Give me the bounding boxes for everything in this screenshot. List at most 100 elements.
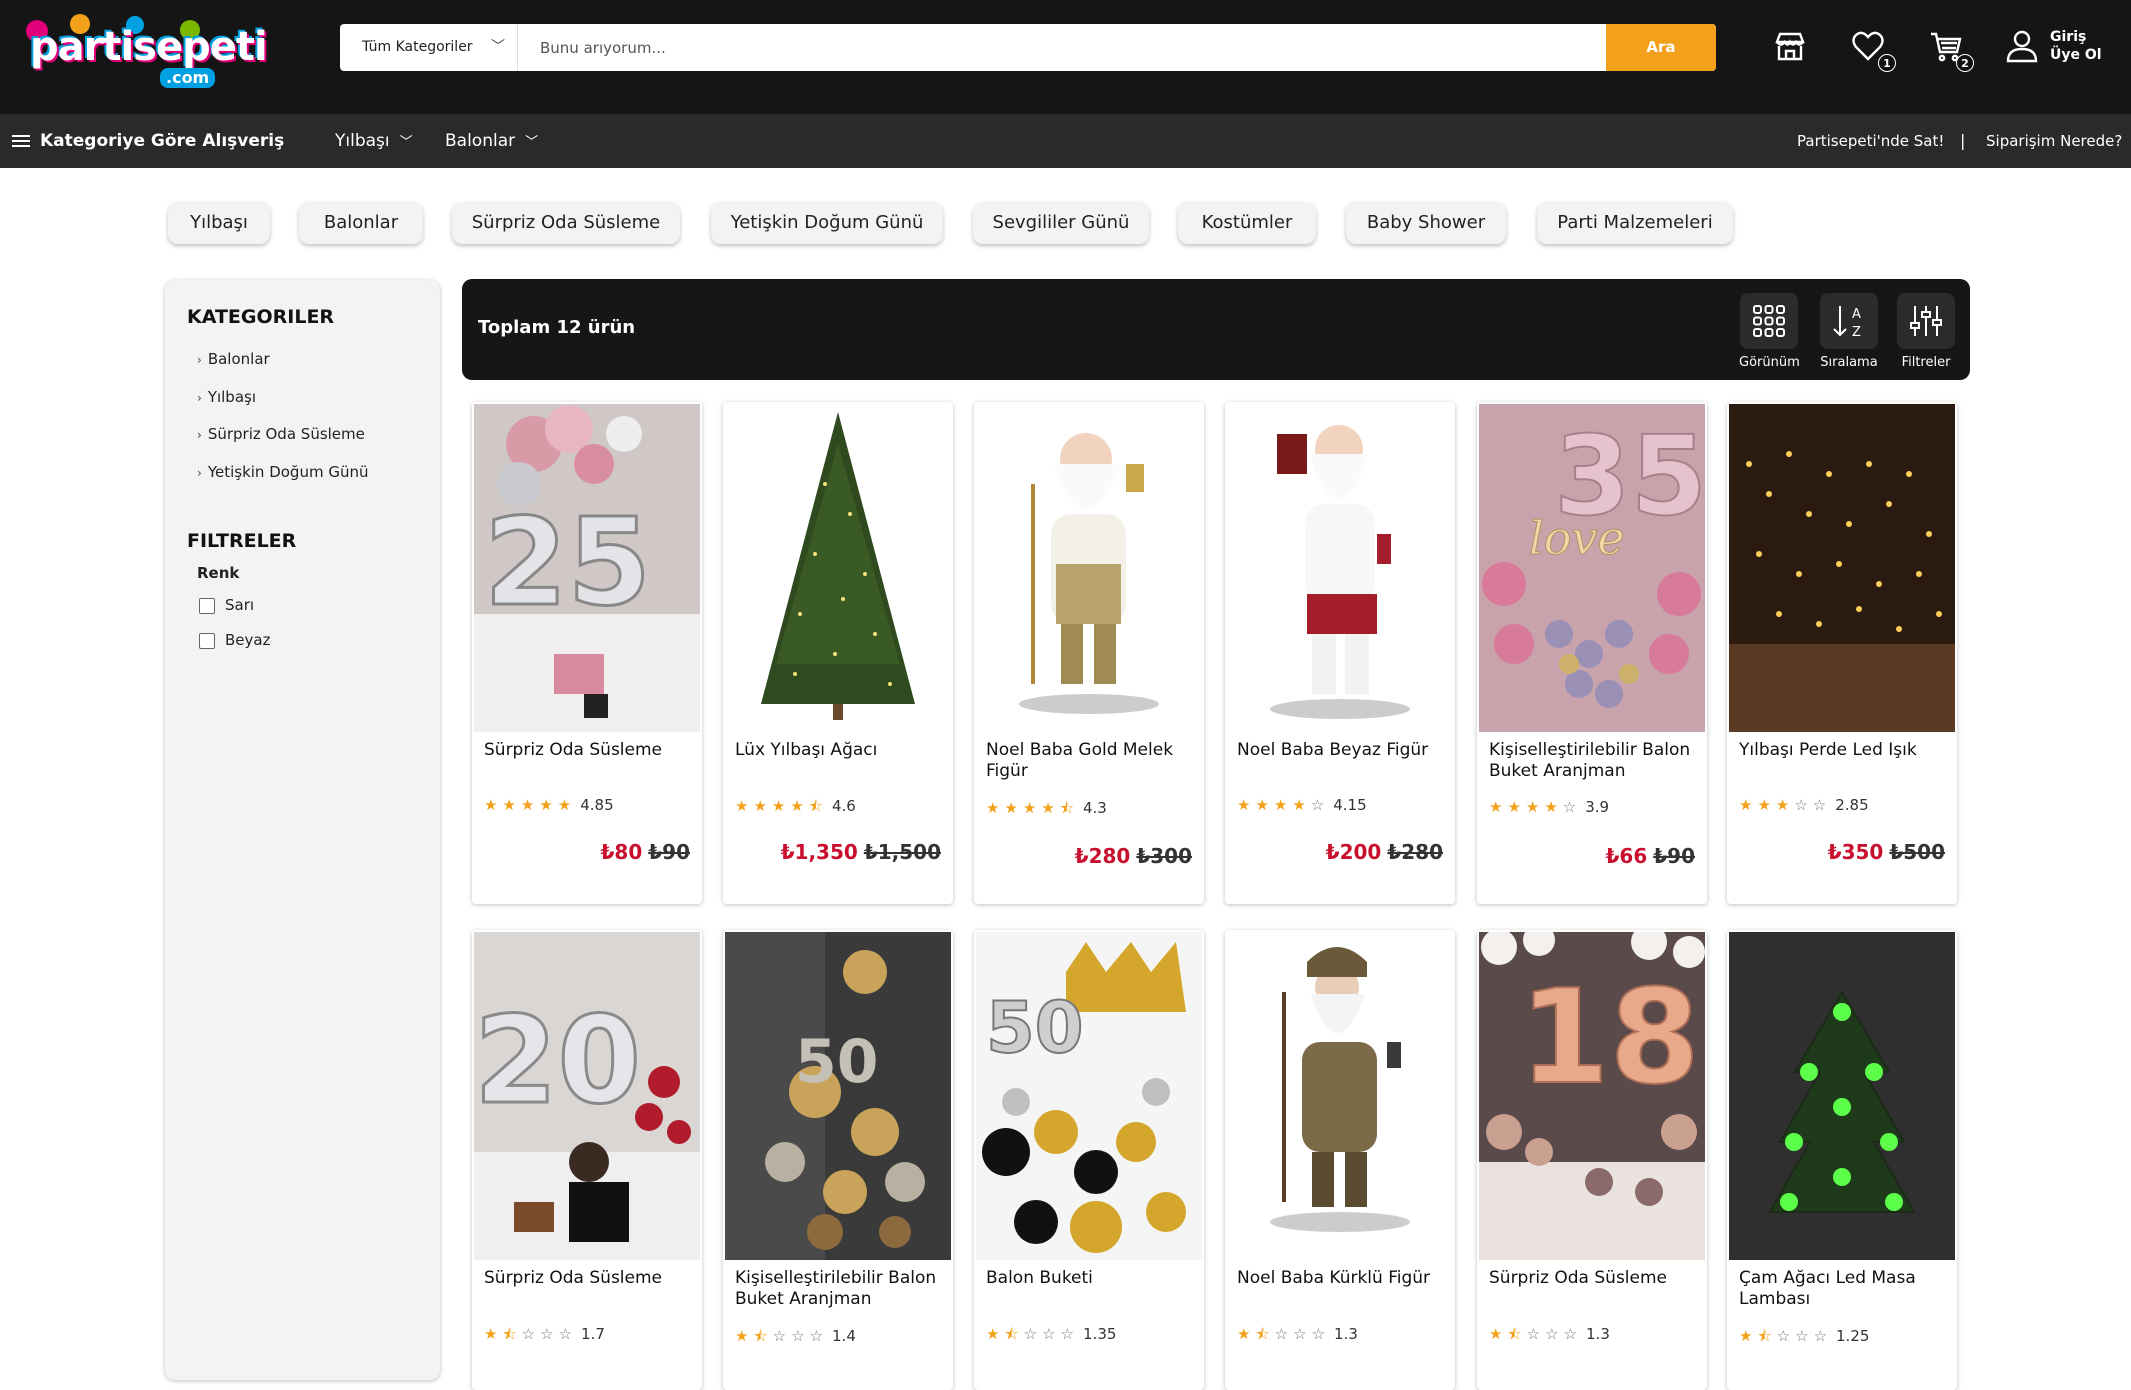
user-icon[interactable] (2004, 28, 2044, 68)
product-card[interactable]: Noel Baba Gold Melek Figür ★★★★⯪ 4.3 ₺280 ₺3… (974, 402, 1204, 904)
pill-parti-malzemeleri[interactable]: Parti Malzemeleri (1537, 202, 1733, 244)
pill-baby-shower[interactable]: Baby Shower (1346, 202, 1506, 244)
product-card[interactable]: 50 Balon Buketi ★⯪☆☆☆ 1.35 (974, 930, 1204, 1390)
product-name[interactable]: Lüx Yılbaşı Ağacı (735, 740, 945, 761)
filters-button[interactable]: Filtreler (1896, 293, 1956, 370)
pill-yilbasi[interactable]: Yılbaşı (168, 202, 270, 244)
product-name[interactable]: Kişiselleştirilebilir Balon Buket Aranjm… (735, 1268, 945, 1310)
star-rating-icon: ★⯪☆☆☆ (484, 1325, 578, 1343)
pill-surpriz-oda[interactable]: Sürpriz Oda Süsleme (452, 202, 680, 244)
product-image[interactable] (976, 404, 1202, 732)
product-image[interactable] (1227, 932, 1453, 1260)
product-image[interactable]: 20 (474, 932, 700, 1260)
product-name[interactable]: Noel Baba Kürklü Figür (1237, 1268, 1447, 1289)
sort-button[interactable]: AZ Sıralama (1819, 293, 1879, 370)
sidebar-category-label: Balonlar (207, 350, 270, 368)
chevron-right-icon: › (197, 466, 202, 480)
product-card[interactable]: 35 love Kişiselleştirilebilir Balon Buket … (1477, 402, 1707, 904)
product-name[interactable]: Noel Baba Beyaz Figür (1237, 740, 1447, 761)
product-name[interactable]: Sürpriz Oda Süsleme (1489, 1268, 1699, 1289)
category-select-label: Tüm Kategoriler (362, 39, 473, 55)
old-price: ₺500 (1889, 840, 1945, 864)
pill-kostumler[interactable]: Kostümler (1178, 202, 1316, 244)
product-name[interactable]: Sürpriz Oda Süsleme (484, 1268, 694, 1289)
view-toggle-button[interactable]: Görünüm (1739, 293, 1800, 370)
store-icon[interactable] (1772, 28, 1812, 68)
sidebar-category-yetiskin[interactable]: › Yetişkin Doğum Günü (197, 463, 368, 481)
star-rating-icon: ★⯪☆☆☆ (986, 1325, 1080, 1343)
checkbox[interactable] (199, 632, 215, 649)
product-card[interactable]: Noel Baba Kürklü Figür ★⯪☆☆☆ 1.3 (1225, 930, 1455, 1390)
product-card[interactable]: Çam Ağacı Led Masa Lambası ★⯪☆☆☆ 1.25 (1727, 930, 1957, 1390)
product-name[interactable]: Yılbaşı Perde Led Işık (1739, 740, 1949, 761)
product-card[interactable]: Yılbaşı Perde Led Işık ★★★☆☆ 2.85 ₺350 ₺500 (1727, 402, 1957, 904)
svg-text:Z: Z (1852, 325, 1861, 339)
star-rating-icon: ★⯪☆☆☆ (1489, 1325, 1583, 1343)
register-label: Üye Ol (2050, 47, 2102, 63)
product-card[interactable]: 50 Kişiselleştirilebilir Balon Buket Aran… (723, 930, 953, 1390)
product-price: ₺66 ₺90 (1606, 844, 1696, 868)
product-image[interactable]: 50 (725, 932, 951, 1260)
main-nav: Kategoriye Göre Alışveriş Yılbaşı ﹀ Balon… (0, 114, 2131, 168)
product-name[interactable]: Balon Buketi (986, 1268, 1196, 1289)
wishlist-count-badge: 1 (1878, 54, 1896, 72)
product-image[interactable] (1227, 404, 1453, 732)
product-image[interactable] (1729, 404, 1955, 732)
sidebar-category-label: Yetişkin Doğum Günü (207, 463, 369, 481)
color-filter-sari[interactable]: Sarı (199, 596, 254, 614)
sell-on-site-link[interactable]: Partisepeti'nde Sat! (1797, 114, 1944, 168)
brand-logo[interactable]: partisepeti .com (26, 14, 268, 90)
nav-menu-label: Yılbaşı (335, 131, 390, 151)
product-name[interactable]: Kişiselleştirilebilir Balon Buket Aranjm… (1489, 740, 1699, 782)
product-image[interactable] (725, 404, 951, 732)
shop-by-category-button[interactable]: Kategoriye Göre Alışveriş (12, 114, 284, 168)
product-image[interactable] (1729, 932, 1955, 1260)
product-card[interactable]: 18 Sürpriz Oda Süsleme ★⯪☆☆☆ 1.3 (1477, 930, 1707, 1390)
product-image[interactable]: 50 (976, 932, 1202, 1260)
pill-balonlar[interactable]: Balonlar (299, 202, 423, 244)
old-price: ₺1,500 (863, 840, 941, 864)
product-card[interactable]: 25 Sürpriz Oda Süsleme ★★★★★ 4.85 ₺80 ₺90 (472, 402, 702, 904)
wishlist-icon[interactable]: 1 (1850, 28, 1896, 72)
hamburger-icon (12, 132, 30, 150)
category-select[interactable]: Tüm Kategoriler ﹀ (340, 24, 518, 71)
product-card[interactable]: Noel Baba Beyaz Figür ★★★★☆ 4.15 ₺200 ₺280 (1225, 402, 1455, 904)
product-image[interactable]: 35 love (1479, 404, 1705, 732)
star-rating-icon: ★⯪☆☆☆ (1237, 1325, 1331, 1343)
rating-value: 4.6 (832, 797, 856, 815)
nav-menu-balonlar[interactable]: Balonlar ﹀ (445, 114, 538, 170)
product-rating: ★★★★☆ 4.15 (1237, 796, 1367, 814)
product-price: ₺1,350 ₺1,500 (781, 840, 941, 864)
svg-text:A: A (1852, 307, 1861, 322)
product-card[interactable]: Lüx Yılbaşı Ağacı ★★★★⯪ 4.6 ₺1,350 ₺1,500 (723, 402, 953, 904)
product-name[interactable]: Sürpriz Oda Süsleme (484, 740, 694, 761)
sidebar-category-yilbasi[interactable]: › Yılbaşı (197, 388, 256, 406)
cart-icon[interactable]: 2 (1928, 28, 1974, 72)
categories-heading: KATEGORILER (187, 306, 335, 328)
product-image[interactable]: 18 (1479, 932, 1705, 1260)
product-rating: ★⯪☆☆☆ 1.35 (986, 1324, 1116, 1349)
login-link[interactable]: Giriş Üye Ol (2050, 28, 2102, 64)
search-button[interactable]: Ara (1606, 24, 1716, 71)
product-image[interactable]: 25 (474, 404, 700, 732)
pill-yetiskin-dogum-gunu[interactable]: Yetişkin Doğum Günü (711, 202, 943, 244)
nav-menu-yilbasi[interactable]: Yılbaşı ﹀ (335, 114, 413, 170)
sidebar-category-balonlar[interactable]: › Balonlar (197, 350, 270, 368)
filters-heading: FILTRELER (187, 530, 297, 552)
current-price: ₺200 (1325, 840, 1382, 864)
pill-sevgililer-gunu[interactable]: Sevgililer Günü (973, 202, 1149, 244)
chevron-right-icon: › (197, 391, 202, 405)
color-filter-beyaz[interactable]: Beyaz (199, 631, 270, 649)
product-name[interactable]: Çam Ağacı Led Masa Lambası (1739, 1268, 1949, 1310)
order-tracking-link[interactable]: Siparişim Nerede? (1986, 114, 2122, 168)
sidebar-category-surpriz-oda[interactable]: › Sürpriz Oda Süsleme (197, 425, 365, 443)
product-card[interactable]: 20 Sürpriz Oda Süsleme ★⯪☆☆☆ 1.7 (472, 930, 702, 1390)
search-input[interactable] (518, 24, 1716, 71)
checkbox[interactable] (199, 597, 215, 614)
product-name[interactable]: Noel Baba Gold Melek Figür (986, 740, 1196, 782)
product-rating: ★⯪☆☆☆ 1.4 (735, 1326, 856, 1351)
product-rating: ★★★☆☆ 2.85 (1739, 796, 1869, 814)
chevron-down-icon: ﹀ (491, 39, 505, 55)
product-rating: ★⯪☆☆☆ 1.25 (1739, 1326, 1869, 1351)
rating-value: 1.35 (1083, 1325, 1117, 1343)
